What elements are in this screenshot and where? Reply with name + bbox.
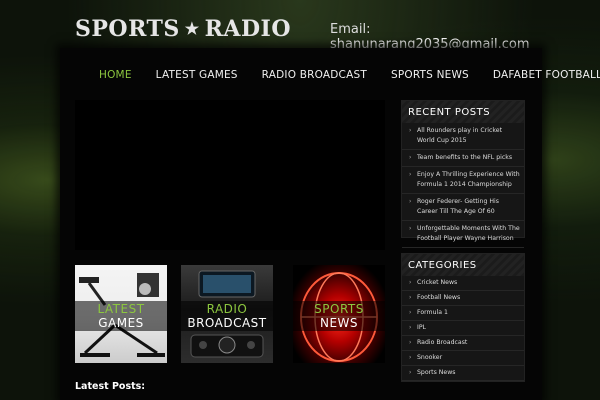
category-text: Radio Broadcast — [417, 339, 468, 346]
arrow-right-icon: › — [409, 279, 412, 286]
arrow-right-icon: › — [409, 339, 412, 346]
arrow-right-icon: › — [409, 369, 412, 376]
logo-text-right: RADIO — [204, 16, 291, 42]
tile-radio-broadcast[interactable]: RADIO BROADCAST — [181, 265, 273, 363]
recent-post-link[interactable]: › Roger Federer- Getting His Career Till … — [402, 194, 524, 221]
category-link[interactable]: › Radio Broadcast — [402, 336, 524, 351]
category-text: Snooker — [417, 354, 443, 361]
nav-item-radio-broadcast[interactable]: RADIO BROADCAST — [262, 69, 367, 81]
nav-item-dafabet-football[interactable]: DAFABET FOOTBALL — [493, 69, 600, 81]
tile-latest-games[interactable]: LATEST GAMES — [75, 265, 167, 363]
latest-posts-heading: Latest Posts: — [75, 381, 146, 392]
category-link[interactable]: › Football News — [402, 291, 524, 306]
recent-posts-widget: RECENT POSTS › All Rounders play in Crick… — [401, 100, 525, 248]
category-text: Cricket News — [417, 279, 458, 286]
nav-item-home[interactable]: HOME — [99, 69, 132, 81]
recent-posts-title: RECENT POSTS — [402, 101, 524, 123]
tile-title-line2: BROADCAST — [187, 316, 267, 330]
arrow-right-icon: › — [409, 127, 412, 134]
tile-title-line2: NEWS — [319, 316, 359, 330]
arrow-right-icon: › — [409, 198, 412, 205]
recent-post-link[interactable]: › Unforgettable Moments With The Football… — [402, 221, 524, 248]
arrow-right-icon: › — [409, 225, 412, 232]
arrow-right-icon: › — [409, 154, 412, 161]
category-text: Formula 1 — [417, 309, 448, 316]
category-text: Sports News — [417, 369, 456, 376]
site-logo[interactable]: SPORTS ★ RADIO — [75, 16, 291, 42]
hero-slider[interactable] — [75, 100, 385, 250]
nav-item-sports-news[interactable]: SPORTS NEWS — [391, 69, 469, 81]
arrow-right-icon: › — [409, 324, 412, 331]
logo-text-left: SPORTS — [75, 16, 180, 42]
tile-title-line2: GAMES — [98, 316, 144, 330]
category-link[interactable]: › Formula 1 — [402, 306, 524, 321]
recent-post-link[interactable]: › All Rounders play in Cricket World Cup … — [402, 123, 524, 150]
tile-title-line1: LATEST — [97, 302, 145, 316]
category-text: IPL — [417, 324, 427, 331]
arrow-right-icon: › — [409, 171, 412, 178]
recent-post-text: Enjoy A Thrilling Experience With Formul… — [417, 171, 520, 188]
categories-title: CATEGORIES — [402, 254, 524, 276]
category-link[interactable]: › Sports News — [402, 366, 524, 381]
category-link[interactable]: › IPL — [402, 321, 524, 336]
nav-item-latest-games[interactable]: LATEST GAMES — [156, 69, 238, 81]
recent-post-text: All Rounders play in Cricket World Cup 2… — [417, 127, 503, 144]
star-icon: ★ — [184, 19, 200, 38]
tile-title-line1: RADIO — [206, 302, 248, 316]
category-link[interactable]: › Cricket News — [402, 276, 524, 291]
category-link[interactable]: › Snooker — [402, 351, 524, 366]
tile-title-line1: SPORTS — [314, 302, 364, 316]
recent-post-text: Unforgettable Moments With The Football … — [417, 225, 520, 242]
arrow-right-icon: › — [409, 294, 412, 301]
category-text: Football News — [417, 294, 461, 301]
recent-post-link[interactable]: › Enjoy A Thrilling Experience With Formu… — [402, 167, 524, 194]
email-label: Email: — [330, 22, 371, 37]
recent-post-text: Team benefits to the NFL picks — [417, 154, 513, 161]
recent-post-link[interactable]: › Team benefits to the NFL picks — [402, 150, 524, 167]
categories-widget: CATEGORIES › Cricket News › Football News … — [401, 253, 525, 382]
arrow-right-icon: › — [409, 309, 412, 316]
main-nav: HOME LATEST GAMES RADIO BROADCAST SPORTS… — [75, 61, 600, 89]
arrow-right-icon: › — [409, 354, 412, 361]
tile-sports-news[interactable]: SPORTS NEWS — [293, 265, 385, 363]
recent-post-text: Roger Federer- Getting His Career Till T… — [417, 198, 499, 215]
